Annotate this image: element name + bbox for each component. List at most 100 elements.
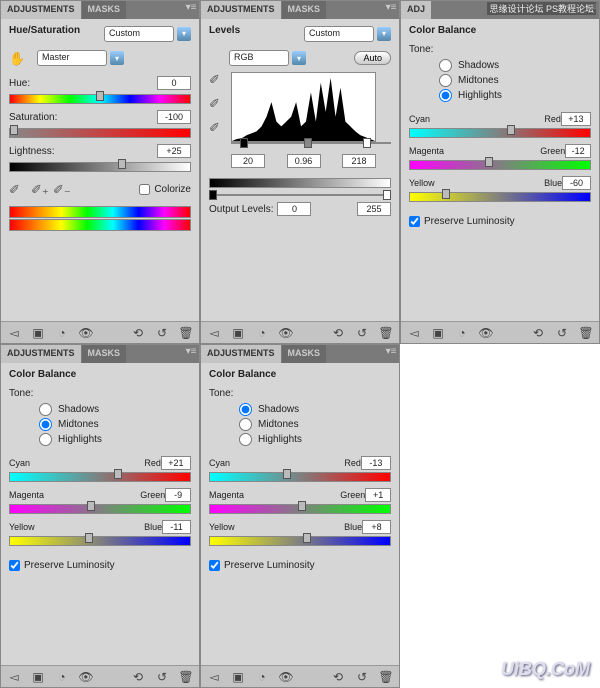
yellow-blue-slider[interactable] bbox=[9, 536, 191, 546]
clip-layer-icon[interactable]: ◔ bbox=[455, 326, 469, 340]
preset-select[interactable]: Custom bbox=[104, 26, 174, 42]
preset-select[interactable]: Custom bbox=[304, 26, 374, 42]
yellow-blue-input[interactable]: -60 bbox=[562, 176, 591, 190]
colorize-checkbox[interactable]: Colorize bbox=[139, 184, 191, 195]
tab-adjustments[interactable]: ADJUSTMENTS bbox=[201, 1, 281, 19]
visibility-icon[interactable]: 👁 bbox=[479, 326, 493, 340]
reset-icon[interactable]: ↺ bbox=[555, 326, 569, 340]
tab-adjustments[interactable]: ADJUSTMENTS bbox=[1, 345, 81, 363]
tab-adjustments[interactable]: ADJ bbox=[401, 1, 431, 19]
panel-menu-icon[interactable]: ▾≡ bbox=[584, 2, 598, 16]
preserve-luminosity-checkbox[interactable]: Preserve Luminosity bbox=[209, 560, 391, 571]
input-white-input[interactable]: 218 bbox=[342, 154, 376, 168]
cyan-red-input[interactable]: -13 bbox=[361, 456, 391, 470]
expand-view-icon[interactable]: ▣ bbox=[231, 326, 245, 340]
eyedropper-add-icon[interactable]: ✐₊ bbox=[31, 182, 45, 196]
eyedropper-icon[interactable]: ✐ bbox=[9, 182, 23, 196]
magenta-green-input[interactable]: -9 bbox=[165, 488, 191, 502]
trash-icon[interactable]: 🗑 bbox=[379, 670, 393, 684]
output-black-input[interactable]: 0 bbox=[277, 202, 311, 216]
eyedropper-sub-icon[interactable]: ✐₋ bbox=[53, 182, 67, 196]
cyan-red-slider[interactable] bbox=[409, 128, 591, 138]
shadows-radio[interactable] bbox=[39, 403, 52, 416]
prev-state-icon[interactable]: ⟲ bbox=[531, 326, 545, 340]
return-arrow-icon[interactable]: ◅ bbox=[207, 326, 221, 340]
black-point-eyedropper-icon[interactable]: ✐ bbox=[209, 72, 223, 86]
trash-icon[interactable]: 🗑 bbox=[179, 326, 193, 340]
output-white-input[interactable]: 255 bbox=[357, 202, 391, 216]
tab-adjustments[interactable]: ADJUSTMENTS bbox=[201, 345, 281, 363]
select-arrow-icon[interactable]: ▾ bbox=[377, 27, 391, 41]
select-arrow-icon[interactable]: ▾ bbox=[177, 27, 191, 41]
input-gamma-input[interactable]: 0.96 bbox=[287, 154, 321, 168]
expand-view-icon[interactable]: ▣ bbox=[231, 670, 245, 684]
reset-icon[interactable]: ↺ bbox=[155, 326, 169, 340]
output-levels-slider[interactable] bbox=[209, 194, 391, 196]
tab-masks[interactable]: MASKS bbox=[282, 345, 327, 363]
midtones-radio[interactable] bbox=[239, 418, 252, 431]
visibility-icon[interactable]: 👁 bbox=[279, 670, 293, 684]
visibility-icon[interactable]: 👁 bbox=[79, 670, 93, 684]
trash-icon[interactable]: 🗑 bbox=[579, 326, 593, 340]
prev-state-icon[interactable]: ⟲ bbox=[331, 670, 345, 684]
saturation-input[interactable]: -100 bbox=[157, 110, 191, 124]
panel-menu-icon[interactable]: ▾≡ bbox=[184, 2, 198, 16]
tab-masks[interactable]: MASKS bbox=[82, 345, 127, 363]
cyan-red-slider[interactable] bbox=[9, 472, 191, 482]
reset-icon[interactable]: ↺ bbox=[355, 670, 369, 684]
cyan-red-input[interactable]: +21 bbox=[161, 456, 191, 470]
channel-select[interactable]: Master bbox=[37, 50, 107, 66]
tab-masks[interactable]: MASKS bbox=[82, 1, 127, 19]
return-arrow-icon[interactable]: ◅ bbox=[7, 670, 21, 684]
auto-button[interactable]: Auto bbox=[354, 51, 391, 65]
panel-menu-icon[interactable]: ▾≡ bbox=[384, 346, 398, 360]
select-arrow-icon[interactable]: ▾ bbox=[292, 51, 306, 65]
reset-icon[interactable]: ↺ bbox=[155, 670, 169, 684]
magenta-green-slider[interactable] bbox=[9, 504, 191, 514]
expand-view-icon[interactable]: ▣ bbox=[31, 670, 45, 684]
trash-icon[interactable]: 🗑 bbox=[179, 670, 193, 684]
magenta-green-input[interactable]: +1 bbox=[365, 488, 391, 502]
yellow-blue-input[interactable]: -11 bbox=[162, 520, 191, 534]
shadows-radio[interactable] bbox=[239, 403, 252, 416]
channel-select[interactable]: RGB bbox=[229, 50, 289, 66]
lightness-input[interactable]: +25 bbox=[157, 144, 191, 158]
magenta-green-slider[interactable] bbox=[409, 160, 591, 170]
magenta-green-slider[interactable] bbox=[209, 504, 391, 514]
prev-state-icon[interactable]: ⟲ bbox=[131, 670, 145, 684]
input-levels-slider[interactable] bbox=[231, 142, 391, 144]
hue-slider[interactable] bbox=[9, 94, 191, 104]
yellow-blue-slider[interactable] bbox=[209, 536, 391, 546]
clip-layer-icon[interactable]: ◔ bbox=[255, 326, 269, 340]
shadows-radio[interactable] bbox=[439, 59, 452, 72]
prev-state-icon[interactable]: ⟲ bbox=[331, 326, 345, 340]
clip-layer-icon[interactable]: ◔ bbox=[55, 670, 69, 684]
magenta-green-input[interactable]: -12 bbox=[565, 144, 591, 158]
prev-state-icon[interactable]: ⟲ bbox=[131, 326, 145, 340]
clip-layer-icon[interactable]: ◔ bbox=[255, 670, 269, 684]
return-arrow-icon[interactable]: ◅ bbox=[7, 326, 21, 340]
gray-point-eyedropper-icon[interactable]: ✐ bbox=[209, 96, 223, 110]
midtones-radio[interactable] bbox=[39, 418, 52, 431]
cyan-red-input[interactable]: +13 bbox=[561, 112, 591, 126]
preserve-luminosity-checkbox[interactable]: Preserve Luminosity bbox=[9, 560, 191, 571]
tab-adjustments[interactable]: ADJUSTMENTS bbox=[1, 1, 81, 19]
cyan-red-slider[interactable] bbox=[209, 472, 391, 482]
return-arrow-icon[interactable]: ◅ bbox=[207, 670, 221, 684]
hue-input[interactable]: 0 bbox=[157, 76, 191, 90]
yellow-blue-slider[interactable] bbox=[409, 192, 591, 202]
highlights-radio[interactable] bbox=[239, 433, 252, 446]
lightness-slider[interactable] bbox=[9, 162, 191, 172]
saturation-slider[interactable] bbox=[9, 128, 191, 138]
panel-menu-icon[interactable]: ▾≡ bbox=[384, 2, 398, 16]
tab-masks[interactable]: MASKS bbox=[282, 1, 327, 19]
visibility-icon[interactable]: 👁 bbox=[279, 326, 293, 340]
midtones-radio[interactable] bbox=[439, 74, 452, 87]
highlights-radio[interactable] bbox=[439, 89, 452, 102]
reset-icon[interactable]: ↺ bbox=[355, 326, 369, 340]
expand-view-icon[interactable]: ▣ bbox=[431, 326, 445, 340]
white-point-eyedropper-icon[interactable]: ✐ bbox=[209, 120, 223, 134]
targeted-adjust-icon[interactable]: ✋ bbox=[9, 51, 23, 65]
expand-view-icon[interactable]: ▣ bbox=[31, 326, 45, 340]
trash-icon[interactable]: 🗑 bbox=[379, 326, 393, 340]
